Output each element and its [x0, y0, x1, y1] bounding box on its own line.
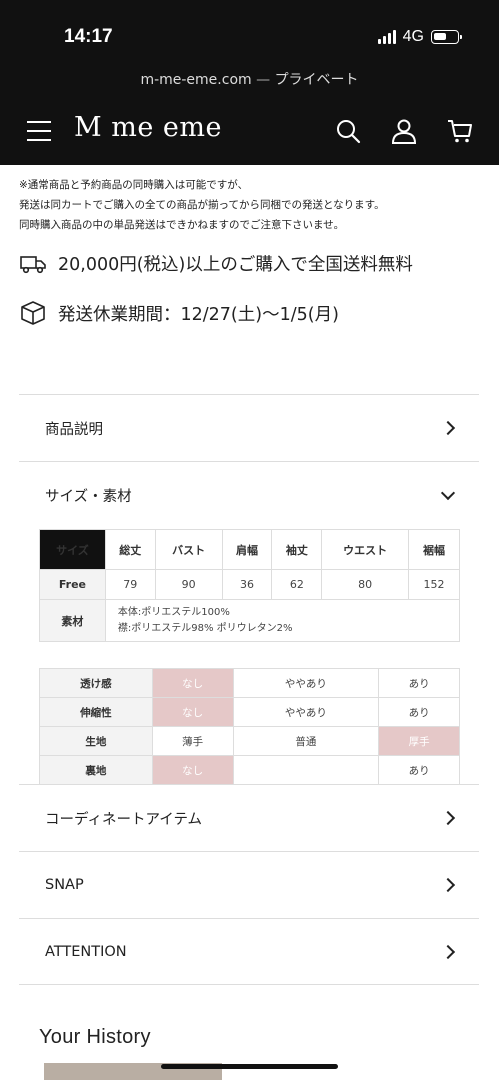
feel-label: 伸縮性 [39, 697, 153, 727]
chevron-right-icon [440, 810, 456, 826]
feel-label: 裏地 [39, 755, 153, 785]
truck-icon [20, 255, 46, 273]
notice-line: 発送は同カートでご購入の全ての商品が揃ってから同梱での発送となります。 [19, 199, 385, 211]
free-shipping-info: 20,000円(税込)以上のご購入で全国送料無料 [20, 251, 413, 276]
feel-cell: 普通 [232, 726, 380, 756]
size-cell: 36 [221, 569, 273, 600]
feel-cell: 厚手 [378, 726, 460, 756]
table-row: 透け感 なし ややあり あり [39, 668, 460, 698]
accordion-description[interactable]: 商品説明 [19, 394, 479, 461]
size-cell: 80 [321, 569, 410, 600]
status-indicators: 4G [377, 28, 462, 46]
accordion-label: ATTENTION [45, 943, 127, 960]
feel-cell: あり [378, 697, 460, 727]
chevron-down-icon [440, 485, 456, 500]
accordion-coordinate[interactable]: コーディネートアイテム [19, 784, 479, 851]
feel-label: 生地 [39, 726, 153, 756]
feel-label: 透け感 [39, 668, 153, 698]
status-time: 14:17 [64, 26, 113, 47]
network-type: 4G [402, 28, 424, 45]
size-cell: Free [39, 569, 106, 600]
fabric-feel-table: 透け感 なし ややあり あり 伸縮性 なし ややあり あり 生地 薄手 普通 厚… [39, 668, 460, 785]
table-row: 伸縮性 なし ややあり あり [39, 697, 460, 727]
chevron-right-icon [440, 877, 456, 893]
user-icon[interactable] [391, 118, 417, 144]
history-title: Your History [39, 1026, 151, 1048]
feel-cell: なし [151, 697, 234, 727]
cart-icon[interactable] [447, 118, 473, 144]
url-text: m-me-eme.com [140, 72, 252, 88]
size-header: 総丈 [104, 529, 156, 570]
accordion-label: サイズ・素材 [45, 488, 132, 505]
chevron-right-icon [440, 420, 456, 436]
size-header: 袖丈 [271, 529, 323, 570]
feel-cell: なし [151, 668, 234, 698]
free-shipping-text: 20,000円(税込)以上のご購入で全国送料無料 [58, 255, 413, 275]
material-value: 本体:ポリエステル100% 襟:ポリエステル98% ポリウレタン2% [104, 599, 461, 642]
size-header: ウエスト [321, 529, 410, 570]
size-header: 肩幅 [221, 529, 273, 570]
size-cell: 62 [271, 569, 323, 600]
size-cell: 90 [154, 569, 223, 600]
feel-cell: あり [378, 668, 460, 698]
feel-cell [232, 755, 380, 785]
url-separator: — [251, 72, 275, 88]
accordion-label: 商品説明 [45, 421, 103, 438]
private-mode-label: プライベート [274, 72, 359, 88]
size-cell: 152 [408, 569, 460, 600]
menu-icon[interactable] [27, 121, 51, 141]
chevron-right-icon [440, 944, 456, 959]
shipping-holiday-info: 発送休業期間：12/27(土)〜1/5(月) [20, 300, 339, 326]
battery-icon [431, 30, 462, 44]
notice-line: ※通常商品と予約商品の同時購入は可能ですが、 [19, 179, 249, 191]
signal-icon [377, 30, 396, 44]
feel-cell: ややあり [232, 697, 380, 727]
shipping-holiday-text: 発送休業期間：12/27(土)〜1/5(月) [58, 304, 339, 325]
feel-cell: 薄手 [151, 726, 234, 756]
purchase-notice: ※通常商品と予約商品の同時購入は可能ですが、 発送は同カートでご購入の全ての商品… [19, 175, 385, 235]
accordion-label: コーディネートアイテム [45, 811, 203, 828]
feel-cell: あり [378, 755, 460, 785]
home-indicator[interactable] [161, 1064, 338, 1069]
feel-cell: なし [151, 755, 234, 785]
site-logo[interactable]: M me eme [74, 112, 222, 143]
size-header: バスト [154, 529, 223, 570]
box-icon [21, 301, 45, 325]
notice-line: 同時購入商品の中の単品発送はできかねますのでご注意下さいませ。 [19, 219, 345, 231]
size-header: 裾幅 [408, 529, 460, 570]
size-header: サイズ [39, 529, 106, 570]
search-icon[interactable] [335, 118, 361, 144]
accordion-attention[interactable]: ATTENTION [19, 918, 479, 985]
url-bar[interactable]: m-me-eme.com — プライベート [0, 69, 499, 89]
accordion-size-material[interactable]: サイズ・素材 [19, 461, 479, 528]
material-line: 本体:ポリエステル100% [117, 606, 230, 618]
material-label: 素材 [39, 599, 106, 642]
size-cell: 79 [104, 569, 156, 600]
accordion-snap[interactable]: SNAP [19, 851, 479, 918]
accordion-label: SNAP [45, 877, 84, 893]
table-row: 生地 薄手 普通 厚手 [39, 726, 460, 756]
top-bar: 14:17 4G m-me-eme.com — プライベート M me eme [0, 0, 499, 165]
table-row: 裏地 なし あり [39, 755, 460, 785]
size-table: サイズ 総丈 バスト 肩幅 袖丈 ウエスト 裾幅 Free 79 90 36 6… [39, 529, 461, 642]
feel-cell: ややあり [232, 668, 380, 698]
material-line: 襟:ポリエステル98% ポリウレタン2% [117, 622, 293, 634]
